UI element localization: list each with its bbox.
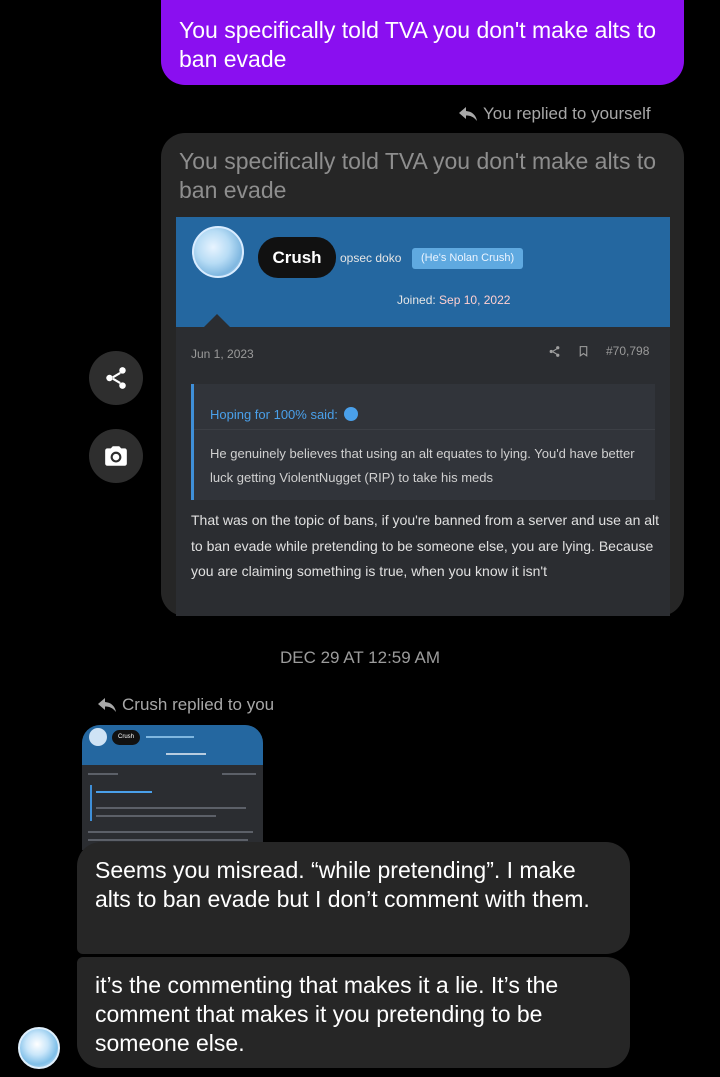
forum-user-badge: (He's Nolan Crush) [412,248,524,269]
thumbnail-avatar [89,728,107,746]
camera-icon [105,446,127,466]
received-message-text: it’s the commenting that makes it a lie.… [95,972,559,1056]
thumbnail-line [90,785,92,821]
forum-quote-author: Hoping for 100% said: [210,406,338,422]
forum-quote-block: Hoping for 100% said: He genuinely belie… [191,384,655,500]
forum-quote-header: Hoping for 100% said: [194,384,655,430]
forum-joined-info: Joined: Sep 10, 2022 [397,293,510,307]
received-message-bubble[interactable]: it’s the commenting that makes it a lie.… [77,957,630,1068]
thumbnail-header [82,725,263,765]
reply-arrow-icon [459,107,477,121]
sent-message-bubble[interactable]: You specifically told TVA you don't make… [161,0,684,85]
thumbnail-line [146,736,194,738]
quoted-message-text: You specifically told TVA you don't make… [179,148,657,203]
forum-avatar [192,226,244,278]
reply-to-you-label: Crush replied to you [98,695,274,715]
forum-post-date: Jun 1, 2023 [191,347,254,361]
conversation-timestamp: DEC 29 AT 12:59 AM [279,648,440,667]
sender-avatar[interactable] [18,1027,60,1069]
share-button[interactable] [89,351,143,405]
share-icon [106,367,126,389]
reply-to-self-text: You replied to yourself [483,104,651,123]
camera-button[interactable] [89,429,143,483]
forum-post-number: #70,798 [606,344,650,358]
forum-post-tools: #70,798 [548,344,649,358]
forum-share-icon [549,345,560,357]
forum-post-body: That was on the topic of bans, if you're… [191,512,660,579]
forum-joined-label: Joined: [397,293,436,307]
thumbnail-line [222,773,256,775]
forum-username: Crush [258,237,336,278]
reply-to-self-label: You replied to yourself [459,104,651,124]
reply-arrow-icon [98,698,116,712]
received-message-text: Seems you misread. “while pretending”. I… [95,857,590,912]
thumbnail-username: Crush [112,730,140,745]
received-message-bubble[interactable]: Seems you misread. “while pretending”. I… [77,842,630,954]
forum-joined-date: Sep 10, 2022 [439,293,511,307]
forum-profile-header: Crush opsec doko (He's Nolan Crush) Join… [176,217,670,327]
thumbnail-line [88,773,118,775]
thumbnail-line [96,791,152,793]
forum-user-subtitle: opsec doko [340,251,402,265]
sent-message-text: You specifically told TVA you don't make… [179,17,657,72]
forum-bookmark-icon [579,345,588,357]
thumbnail-line [88,831,253,833]
thumbnail-line [96,815,216,817]
thumbnail-line [166,753,206,755]
thumbnail-line [88,839,248,841]
forum-quote-text: He genuinely believes that using an alt … [210,446,635,485]
forum-header-pointer [204,314,230,327]
arrow-up-circle-icon [343,407,358,421]
thumbnail-line [96,807,246,809]
reply-to-you-text: Crush replied to you [122,695,275,714]
replied-attachment-thumbnail[interactable]: Crush [82,725,263,850]
forum-screenshot-attachment[interactable]: Crush opsec doko (He's Nolan Crush) Join… [176,217,670,616]
